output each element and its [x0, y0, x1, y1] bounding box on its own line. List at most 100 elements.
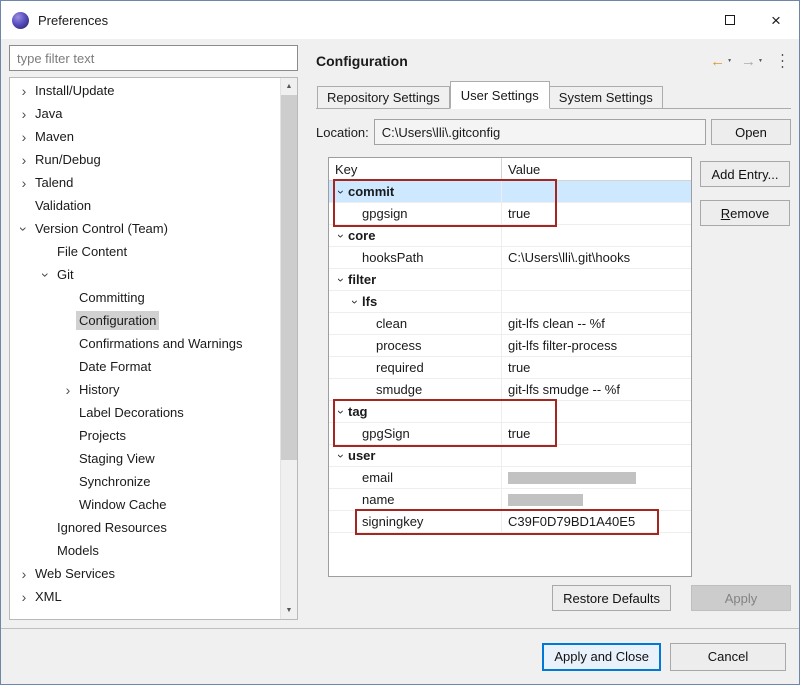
config-row-clean[interactable]: cleangit-lfs clean -- %f — [329, 313, 691, 335]
scrollbar-thumb[interactable] — [281, 95, 297, 460]
sidebar-item-models[interactable]: Models — [10, 539, 280, 562]
config-key: tag — [348, 404, 368, 419]
view-menu-icon[interactable]: ⋮ — [776, 50, 789, 72]
chevron-down-icon[interactable]: › — [335, 229, 347, 243]
sidebar-item-maven[interactable]: ›Maven — [10, 125, 280, 148]
sidebar-item-label: Maven — [32, 127, 77, 146]
sidebar-item-label-decorations[interactable]: Label Decorations — [10, 401, 280, 424]
forward-dropdown-icon: ▼ — [758, 58, 763, 64]
sidebar-item-label: Install/Update — [32, 81, 118, 100]
chevron-right-icon[interactable]: › — [16, 567, 32, 581]
scroll-down-icon[interactable]: ▼ — [281, 602, 297, 619]
column-header-key[interactable]: Key — [329, 158, 501, 180]
table-header: Key Value — [329, 158, 691, 181]
config-row-gpgsign[interactable]: gpgsigntrue — [329, 203, 691, 225]
close-button[interactable]: × — [753, 1, 799, 39]
config-value: C:\Users\lli\.git\hooks — [508, 250, 630, 265]
sidebar-item-projects[interactable]: Projects — [10, 424, 280, 447]
config-value: true — [508, 426, 530, 441]
chevron-down-icon[interactable]: › — [17, 221, 31, 237]
config-row-required[interactable]: requiredtrue — [329, 357, 691, 379]
config-row-name[interactable]: name — [329, 489, 691, 511]
remove-button[interactable]: Remove — [700, 200, 790, 226]
open-button[interactable]: Open — [711, 119, 791, 145]
config-row-hookspath[interactable]: hooksPathC:\Users\lli\.git\hooks — [329, 247, 691, 269]
config-value: C39F0D79BD1A40E5 — [508, 514, 635, 529]
chevron-right-icon[interactable]: › — [16, 84, 32, 98]
sidebar-item-date-format[interactable]: Date Format — [10, 355, 280, 378]
config-key: core — [348, 228, 375, 243]
chevron-down-icon[interactable]: › — [349, 295, 361, 309]
sidebar-item-file-content[interactable]: File Content — [10, 240, 280, 263]
dialog-footer: Apply and Close Cancel — [1, 628, 799, 684]
sidebar-item-window-cache[interactable]: Window Cache — [10, 493, 280, 516]
sidebar-item-validation[interactable]: Validation — [10, 194, 280, 217]
apply-button[interactable]: Apply — [691, 585, 791, 611]
chevron-right-icon[interactable]: › — [16, 590, 32, 604]
settings-tabs: Repository SettingsUser SettingsSystem S… — [316, 81, 791, 109]
apply-and-close-button[interactable]: Apply and Close — [542, 643, 661, 671]
config-key: gpgsign — [362, 206, 408, 221]
config-key: filter — [348, 272, 376, 287]
config-row-core[interactable]: ›core — [329, 225, 691, 247]
config-row-tag[interactable]: ›tag — [329, 401, 691, 423]
table-side-buttons: Add Entry... Remove — [700, 157, 790, 577]
sidebar-item-label: Run/Debug — [32, 150, 104, 169]
config-row-process[interactable]: processgit-lfs filter-process — [329, 335, 691, 357]
sidebar-item-staging-view[interactable]: Staging View — [10, 447, 280, 470]
chevron-right-icon[interactable]: › — [16, 176, 32, 190]
config-row-signingkey[interactable]: signingkeyC39F0D79BD1A40E5 — [329, 511, 691, 533]
sidebar-item-xml[interactable]: ›XML — [10, 585, 280, 608]
chevron-down-icon[interactable]: › — [335, 449, 347, 463]
config-row-filter[interactable]: ›filter — [329, 269, 691, 291]
maximize-icon — [725, 15, 735, 25]
location-field[interactable] — [374, 119, 706, 145]
sidebar-item-talend[interactable]: ›Talend — [10, 171, 280, 194]
tree-scrollbar[interactable]: ▲ ▼ — [280, 78, 297, 619]
config-value: git-lfs clean -- %f — [508, 316, 605, 331]
sidebar-item-version-control-team[interactable]: ›Version Control (Team) — [10, 217, 280, 240]
scrollbar-track[interactable] — [281, 95, 297, 602]
forward-button[interactable]: → ▼ — [738, 52, 766, 71]
sidebar-item-web-services[interactable]: ›Web Services — [10, 562, 280, 585]
filter-input[interactable] — [9, 45, 298, 71]
column-header-value[interactable]: Value — [501, 158, 691, 180]
config-row-gpgsign[interactable]: gpgSigntrue — [329, 423, 691, 445]
chevron-right-icon[interactable]: › — [16, 153, 32, 167]
sidebar-item-label: Committing — [76, 288, 148, 307]
sidebar-item-confirmations-and-warnings[interactable]: Confirmations and Warnings — [10, 332, 280, 355]
tab-repository-settings[interactable]: Repository Settings — [317, 86, 450, 108]
chevron-right-icon[interactable]: › — [16, 107, 32, 121]
location-row: Location: Open — [316, 119, 791, 145]
restore-defaults-button[interactable]: Restore Defaults — [552, 585, 671, 611]
config-row-smudge[interactable]: smudgegit-lfs smudge -- %f — [329, 379, 691, 401]
tab-system-settings[interactable]: System Settings — [550, 86, 663, 108]
maximize-button[interactable] — [707, 1, 753, 39]
sidebar-item-install-update[interactable]: ›Install/Update — [10, 79, 280, 102]
sidebar-item-java[interactable]: ›Java — [10, 102, 280, 125]
sidebar-item-history[interactable]: ›History — [10, 378, 280, 401]
config-row-user[interactable]: ›user — [329, 445, 691, 467]
sidebar-item-run-debug[interactable]: ›Run/Debug — [10, 148, 280, 171]
sidebar-item-label: Staging View — [76, 449, 158, 468]
tab-user-settings[interactable]: User Settings — [450, 81, 550, 109]
chevron-right-icon[interactable]: › — [16, 130, 32, 144]
cancel-button[interactable]: Cancel — [670, 643, 786, 671]
sidebar-item-label: Window Cache — [76, 495, 169, 514]
config-row-commit[interactable]: ›commit — [329, 181, 691, 203]
chevron-down-icon[interactable]: › — [39, 267, 53, 283]
sidebar-item-configuration[interactable]: Configuration — [10, 309, 280, 332]
back-button[interactable]: ← ▼ — [707, 52, 735, 71]
add-entry-button[interactable]: Add Entry... — [700, 161, 790, 187]
chevron-down-icon[interactable]: › — [335, 273, 347, 287]
scroll-up-icon[interactable]: ▲ — [281, 78, 297, 95]
chevron-down-icon[interactable]: › — [335, 405, 347, 419]
sidebar-item-committing[interactable]: Committing — [10, 286, 280, 309]
config-row-lfs[interactable]: ›lfs — [329, 291, 691, 313]
sidebar-item-git[interactable]: ›Git — [10, 263, 280, 286]
chevron-down-icon[interactable]: › — [335, 185, 347, 199]
sidebar-item-ignored-resources[interactable]: Ignored Resources — [10, 516, 280, 539]
sidebar-item-synchronize[interactable]: Synchronize — [10, 470, 280, 493]
chevron-right-icon[interactable]: › — [60, 383, 76, 397]
config-row-email[interactable]: email — [329, 467, 691, 489]
